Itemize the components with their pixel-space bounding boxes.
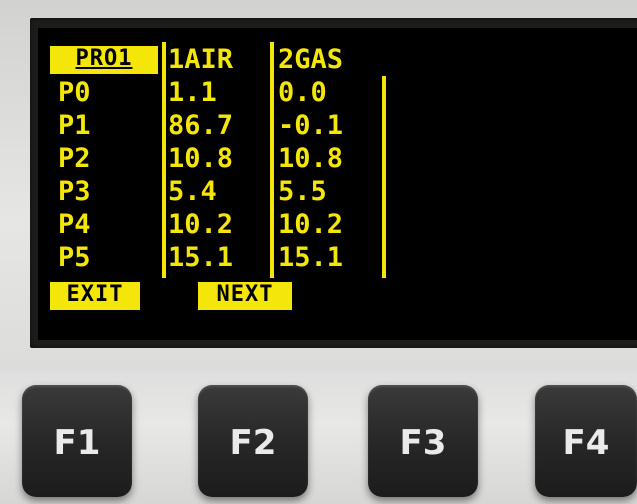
lcd-display: PRO1 1AIR 2GAS P0 1.1 0.0 P1 86.7 -0.1 P… <box>38 28 637 340</box>
air-value: 5.4 <box>168 176 217 207</box>
gas-value: -0.1 <box>278 110 344 141</box>
column-header-air: 1AIR <box>168 44 234 75</box>
column-divider-3 <box>382 76 386 278</box>
softkey-exit[interactable]: EXIT <box>50 282 140 310</box>
column-header-gas: 2GAS <box>278 44 344 75</box>
gas-value: 0.0 <box>278 77 327 108</box>
air-value: 15.1 <box>168 242 234 273</box>
row-label: P2 <box>58 143 91 174</box>
f3-label: F3 <box>399 423 447 463</box>
row-label: P1 <box>58 110 91 141</box>
gas-value: 10.2 <box>278 209 344 240</box>
f2-button[interactable]: F2 <box>198 385 308 497</box>
f1-button[interactable]: F1 <box>22 385 132 497</box>
row-label: P5 <box>58 242 91 273</box>
gas-value: 10.8 <box>278 143 344 174</box>
f3-button[interactable]: F3 <box>368 385 478 497</box>
row-label: P3 <box>58 176 91 207</box>
f1-label: F1 <box>53 423 101 463</box>
gas-value: 5.5 <box>278 176 327 207</box>
air-value: 10.2 <box>168 209 234 240</box>
column-divider-1 <box>162 42 166 278</box>
gas-value: 15.1 <box>278 242 344 273</box>
program-selector[interactable]: PRO1 <box>50 46 158 74</box>
f2-label: F2 <box>229 423 277 463</box>
air-value: 10.8 <box>168 143 234 174</box>
air-value: 86.7 <box>168 110 234 141</box>
row-label: P0 <box>58 77 91 108</box>
air-value: 1.1 <box>168 77 217 108</box>
column-divider-2 <box>270 42 274 278</box>
f4-label: F4 <box>562 423 610 463</box>
row-label: P4 <box>58 209 91 240</box>
f4-button[interactable]: F4 <box>535 385 637 497</box>
softkey-next[interactable]: NEXT <box>198 282 292 310</box>
